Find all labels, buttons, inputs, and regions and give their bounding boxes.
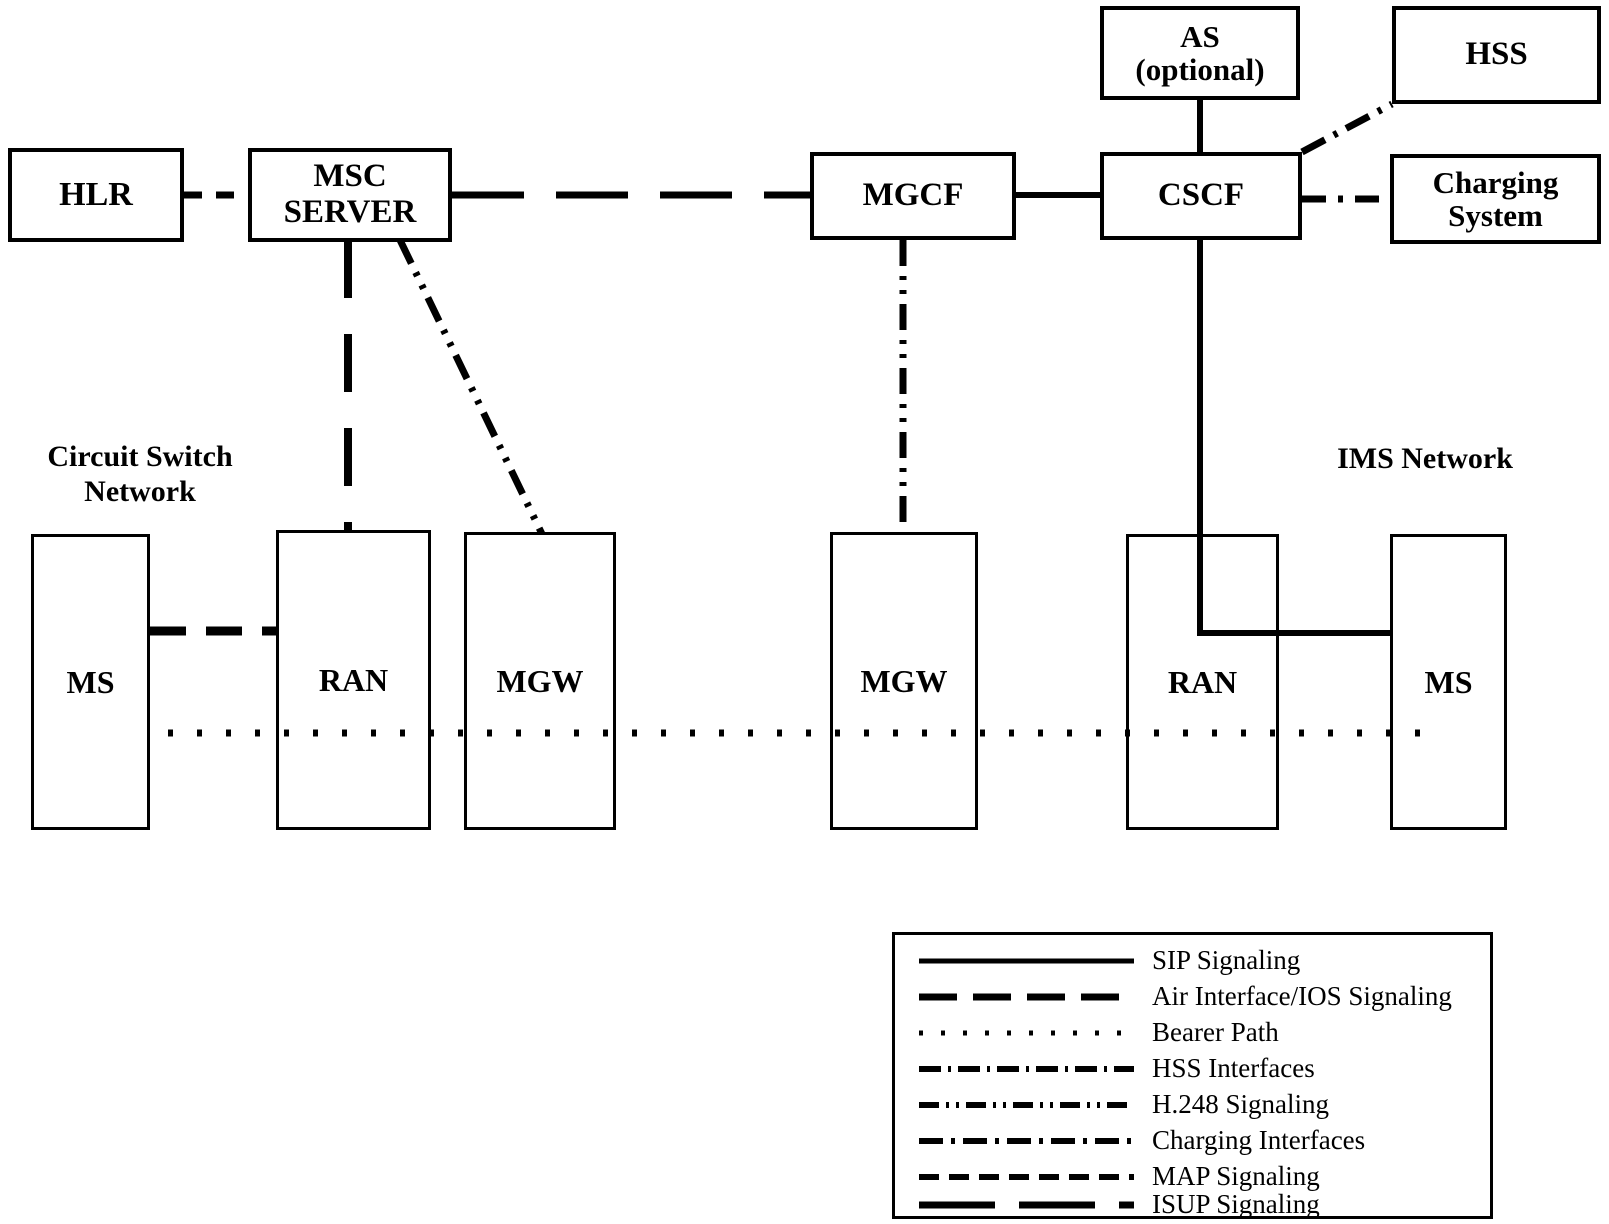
legend-label-air: Air Interface/IOS Signaling (1152, 980, 1452, 1011)
legend: SIP Signaling Air Interface/IOS Signalin… (892, 932, 1493, 1219)
node-mgw-right[interactable]: MGW (830, 532, 978, 830)
node-hss[interactable]: HSS (1392, 6, 1601, 104)
legend-label-charging: Charging Interfaces (1152, 1124, 1366, 1155)
node-as[interactable]: AS (optional) (1100, 6, 1300, 100)
legend-label-isup: ISUP Signaling (1152, 1188, 1320, 1219)
legend-label-h248: H.248 Signaling (1152, 1088, 1330, 1119)
node-ms-left[interactable]: MS (31, 534, 150, 830)
node-hss-label: HSS (1465, 36, 1528, 73)
node-hlr[interactable]: HLR (8, 148, 184, 242)
label-circuit-switch-network: Circuit Switch Network (47, 440, 233, 508)
legend-line-hss (919, 1059, 1134, 1077)
node-ran-right-label: RAN (1167, 663, 1238, 700)
legend-item-bearer: Bearer Path (895, 1013, 1490, 1051)
node-mgcf[interactable]: MGCF (810, 152, 1016, 240)
node-ms-left-label: MS (66, 663, 115, 700)
legend-line-h248 (919, 1095, 1134, 1113)
legend-item-sip: SIP Signaling (895, 941, 1490, 979)
node-ms-right[interactable]: MS (1390, 534, 1507, 830)
legend-label-hss: HSS Interfaces (1152, 1052, 1315, 1083)
legend-line-map (919, 1167, 1134, 1185)
node-mgw-left[interactable]: MGW (464, 532, 616, 830)
legend-item-h248: H.248 Signaling (895, 1085, 1490, 1123)
link-cscf-hss (1300, 100, 1394, 156)
node-ran-right[interactable]: RAN (1126, 534, 1279, 830)
node-msc-server[interactable]: MSC SERVER (248, 148, 452, 242)
diagram-canvas: HLR MSC SERVER MGCF CSCF AS (optional) H… (0, 0, 1609, 1224)
node-mgw-right-label: MGW (860, 662, 948, 699)
node-as-label: AS (optional) (1135, 18, 1265, 87)
node-charging-system[interactable]: Charging System (1390, 154, 1601, 244)
legend-line-isup (919, 1195, 1134, 1213)
node-cscf[interactable]: CSCF (1100, 152, 1302, 240)
legend-line-charging (919, 1131, 1134, 1149)
node-ms-right-label: MS (1424, 663, 1473, 700)
legend-label-bearer: Bearer Path (1152, 1016, 1279, 1047)
legend-line-air (919, 987, 1134, 1005)
legend-item-charging: Charging Interfaces (895, 1121, 1490, 1159)
node-hlr-label: HLR (59, 175, 133, 213)
node-cscf-label: CSCF (1157, 177, 1245, 214)
link-msc-server-mgw-left (396, 238, 546, 536)
legend-label-sip: SIP Signaling (1152, 944, 1301, 975)
node-charging-system-label: Charging System (1432, 164, 1559, 233)
node-msc-server-label: MSC SERVER (283, 158, 417, 230)
legend-item-air: Air Interface/IOS Signaling (895, 977, 1490, 1015)
legend-line-bearer (919, 1023, 1134, 1041)
node-ran-left-label: RAN (318, 661, 389, 698)
legend-item-isup: ISUP Signaling (895, 1185, 1490, 1223)
node-mgcf-label: MGCF (862, 177, 964, 214)
legend-line-sip (919, 951, 1134, 969)
label-ims-network: IMS Network (1337, 442, 1513, 475)
node-ran-left[interactable]: RAN (276, 530, 431, 830)
legend-item-hss: HSS Interfaces (895, 1049, 1490, 1087)
node-mgw-left-label: MGW (496, 662, 584, 699)
